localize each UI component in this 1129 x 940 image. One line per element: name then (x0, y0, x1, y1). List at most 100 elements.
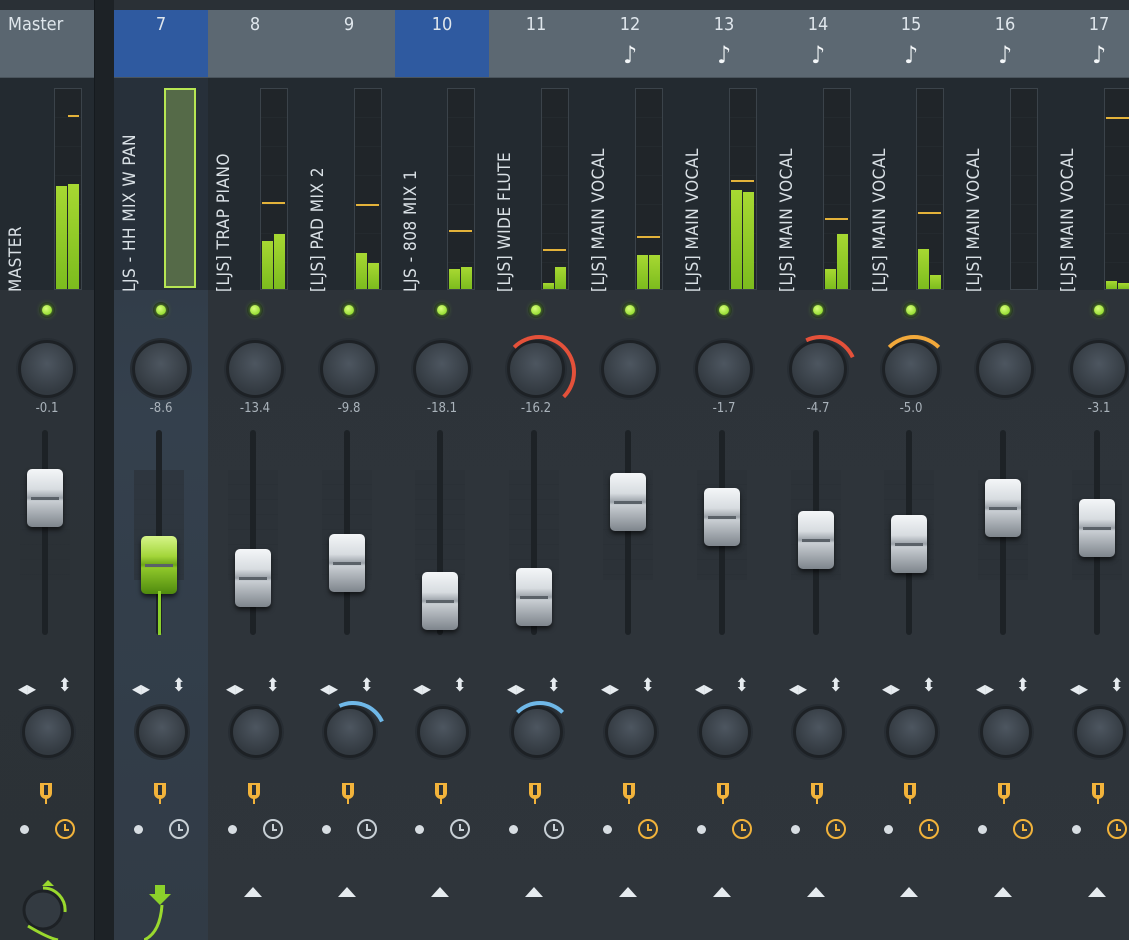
mic-icon[interactable] (713, 781, 733, 805)
enable-led[interactable] (810, 302, 826, 318)
swap-icon[interactable]: ⬍ (58, 675, 72, 696)
route-up-icon[interactable] (994, 887, 1012, 897)
mic-icon[interactable] (244, 781, 264, 805)
clock-icon[interactable] (732, 819, 752, 839)
pan-knob[interactable] (976, 340, 1034, 398)
record-dot-icon[interactable] (228, 825, 237, 834)
pan-knob[interactable] (226, 340, 284, 398)
enable-led[interactable] (903, 302, 919, 318)
swap-icon[interactable]: ⬍ (360, 675, 374, 696)
route-up-icon[interactable] (244, 887, 262, 897)
pan-mode-icon[interactable]: ◂▸ (132, 676, 150, 700)
route-up-icon[interactable] (619, 887, 637, 897)
swap-icon[interactable]: ⬍ (1110, 675, 1124, 696)
route-up-icon[interactable] (525, 887, 543, 897)
mixer-strip-7[interactable]: 7LJS - HH MIX W PAN-8.6◂▸⬍ (114, 0, 209, 940)
pan-knob[interactable] (413, 340, 471, 398)
record-dot-icon[interactable] (322, 825, 331, 834)
stereo-knob[interactable] (699, 706, 751, 758)
stereo-knob[interactable] (230, 706, 282, 758)
pan-knob[interactable] (320, 340, 378, 398)
master-strip[interactable]: Master MASTER -0.1 ◂▸ ⬍ (0, 0, 95, 940)
pan-knob[interactable] (877, 335, 951, 398)
volume-fader[interactable] (985, 479, 1021, 537)
route-up-icon[interactable] (713, 887, 731, 897)
stereo-knob[interactable] (1074, 706, 1126, 758)
mic-icon[interactable] (431, 781, 451, 805)
enable-led[interactable] (247, 302, 263, 318)
pan-mode-icon[interactable]: ◂▸ (1070, 676, 1088, 700)
swap-icon[interactable]: ⬍ (1016, 675, 1030, 696)
send-level-box[interactable] (164, 88, 196, 288)
record-dot-icon[interactable] (134, 825, 143, 834)
pan-mode-icon[interactable]: ◂▸ (226, 676, 244, 700)
pan-knob[interactable] (502, 335, 576, 409)
clock-icon[interactable] (544, 819, 564, 839)
pan-mode-icon[interactable]: ◂▸ (882, 676, 900, 700)
strip-header[interactable]: 11 (489, 10, 583, 78)
strip-header[interactable]: 9 (302, 10, 396, 78)
pan-mode-icon[interactable]: ◂▸ (976, 676, 994, 700)
mixer-strip-15[interactable]: 15 ♪ [LJS] MAIN VOCAL -5.0 ◂▸ ⬍ (864, 0, 959, 940)
mic-icon[interactable] (900, 781, 920, 805)
mic-icon[interactable] (150, 781, 170, 805)
pan-knob[interactable] (132, 340, 190, 398)
mixer-strip-13[interactable]: 13 ♪ [LJS] MAIN VOCAL -1.7 ◂▸ ⬍ (677, 0, 772, 940)
strip-header[interactable]: 13 ♪ (677, 10, 771, 78)
master-enable-led[interactable] (39, 302, 55, 318)
volume-fader[interactable] (235, 549, 271, 607)
mic-icon[interactable] (994, 781, 1014, 805)
clock-icon[interactable] (357, 819, 377, 839)
mixer-strip-10[interactable]: 10 LJS - 808 MIX 1 -18.1 ◂▸ ⬍ (395, 0, 490, 940)
mic-icon[interactable] (36, 781, 56, 805)
record-dot-icon[interactable] (20, 825, 29, 834)
strip-header[interactable]: 14 ♪ (771, 10, 865, 78)
master-volume-fader[interactable] (27, 469, 63, 527)
mic-icon[interactable] (807, 781, 827, 805)
enable-led[interactable] (434, 302, 450, 318)
enable-led[interactable] (716, 302, 732, 318)
strip-header[interactable]: 16 ♪ (958, 10, 1052, 78)
strip-header[interactable]: 10 (395, 10, 489, 78)
pan-mode-icon[interactable]: ◂▸ (601, 676, 619, 700)
route-up-icon[interactable] (900, 887, 918, 897)
volume-fader[interactable] (141, 536, 177, 594)
clock-icon[interactable] (919, 819, 939, 839)
pan-mode-icon[interactable]: ◂▸ (789, 676, 807, 700)
record-dot-icon[interactable] (509, 825, 518, 834)
stereo-knob[interactable] (309, 691, 396, 779)
clock-icon[interactable] (1013, 819, 1033, 839)
enable-led[interactable] (997, 302, 1013, 318)
pan-knob[interactable] (773, 324, 865, 420)
route-up-icon[interactable] (807, 887, 825, 897)
clock-icon[interactable] (638, 819, 658, 839)
mic-icon[interactable] (525, 781, 545, 805)
record-dot-icon[interactable] (697, 825, 706, 834)
strip-header[interactable]: 7 (114, 10, 208, 78)
clock-icon[interactable] (450, 819, 470, 839)
pan-mode-icon[interactable]: ◂▸ (695, 676, 713, 700)
master-divider[interactable] (94, 0, 115, 940)
mixer-strip-8[interactable]: 8 [LJS] TRAP PIANO -13.4 ◂▸ ⬍ (208, 0, 303, 940)
volume-fader[interactable] (704, 488, 740, 546)
pan-knob[interactable] (695, 340, 753, 398)
strip-header[interactable]: 15 ♪ (864, 10, 958, 78)
record-dot-icon[interactable] (415, 825, 424, 834)
swap-icon[interactable]: ⬍ (641, 675, 655, 696)
master-pan-knob[interactable] (18, 340, 76, 398)
swap-icon[interactable]: ⬍ (547, 675, 561, 696)
pan-mode-icon[interactable]: ◂▸ (320, 676, 338, 700)
enable-led[interactable] (341, 302, 357, 318)
record-dot-icon[interactable] (791, 825, 800, 834)
record-dot-icon[interactable] (884, 825, 893, 834)
strip-header[interactable]: 8 (208, 10, 302, 78)
pan-knob[interactable] (601, 340, 659, 398)
mixer-strip-14[interactable]: 14 ♪ [LJS] MAIN VOCAL -4.7 ◂▸ ⬍ (771, 0, 866, 940)
swap-icon[interactable]: ⬍ (922, 675, 936, 696)
swap-icon[interactable]: ⬍ (735, 675, 749, 696)
route-up-icon[interactable] (1088, 887, 1106, 897)
volume-fader[interactable] (891, 515, 927, 573)
swap-icon[interactable]: ⬍ (172, 675, 186, 696)
volume-fader[interactable] (798, 511, 834, 569)
stereo-knob[interactable] (417, 706, 469, 758)
